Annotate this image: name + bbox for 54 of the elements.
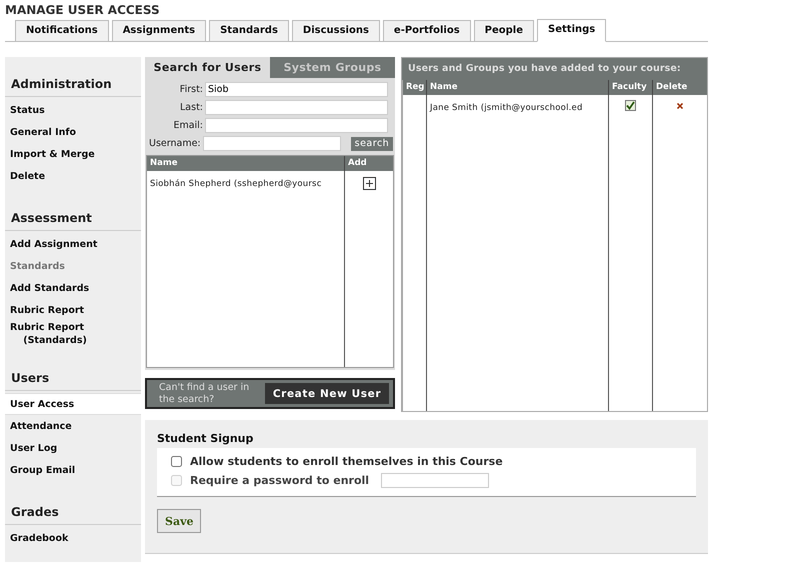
- sidebar-item[interactable]: Status: [5, 99, 141, 121]
- column-header: Name: [427, 80, 609, 95]
- faculty-checkbox[interactable]: [625, 100, 636, 111]
- field-label: Username:: [149, 138, 201, 149]
- field-label: Email:: [172, 120, 203, 131]
- sidebar-item[interactable]: Rubric Report (Standards): [5, 321, 141, 347]
- prompt-text: Can't find a user in the search?: [159, 382, 250, 406]
- field-label: Last:: [179, 102, 203, 113]
- checkbox[interactable]: [171, 456, 182, 467]
- delete-icon[interactable]: [677, 103, 683, 109]
- column-header: Faculty: [609, 80, 653, 95]
- column-header: Add: [347, 157, 368, 170]
- nav-tab[interactable]: Standards: [209, 20, 289, 41]
- column-header: Reg: [403, 80, 427, 95]
- panel-title: Users and Groups you have added to your course:: [402, 58, 707, 80]
- sidebar-heading: Administration: [5, 77, 141, 97]
- sidebar-item[interactable]: Group Email: [5, 459, 141, 481]
- section-heading: Student Signup: [157, 432, 254, 445]
- sidebar-item[interactable]: Rubric Report: [5, 299, 141, 321]
- create-user-button[interactable]: Create New User: [265, 383, 389, 404]
- field-label: First:: [178, 84, 203, 95]
- nav-tab[interactable]: Discussions: [292, 20, 380, 41]
- sidebar-heading: Assessment: [5, 211, 141, 231]
- nav-tab[interactable]: People: [474, 20, 534, 41]
- add-icon[interactable]: [362, 177, 376, 190]
- sidebar-item[interactable]: Attendance: [5, 415, 141, 437]
- input-field[interactable]: [205, 118, 388, 133]
- nav-tab[interactable]: e-Portfolios: [382, 20, 471, 41]
- sidebar-heading: Grades: [5, 505, 141, 525]
- input-field[interactable]: [205, 100, 388, 115]
- table-cell: Siobhán Shepherd (sshepherd@yoursc: [150, 179, 322, 189]
- column-header: Delete: [655, 81, 688, 94]
- nav-tab[interactable]: Notifications: [15, 20, 109, 41]
- table-cell: Jane Smith (jsmith@yourschool.ed: [430, 103, 583, 113]
- search-button[interactable]: search: [350, 136, 394, 150]
- nav-tab[interactable]: Assignments: [112, 20, 206, 41]
- sidebar-item[interactable]: User Access: [5, 393, 141, 415]
- sidebar-item[interactable]: Add Standards: [5, 277, 141, 299]
- sidebar-item[interactable]: User Log: [5, 437, 141, 459]
- nav-tab[interactable]: Settings: [537, 19, 606, 42]
- sidebar-item[interactable]: Add Assignment: [5, 233, 141, 255]
- sidebar-item[interactable]: Gradebook: [5, 527, 141, 549]
- page-title: MANAGE USER ACCESS: [5, 3, 161, 19]
- sidebar-item[interactable]: Delete: [5, 165, 141, 187]
- save-button[interactable]: Save: [157, 509, 202, 533]
- input-field[interactable]: [202, 136, 341, 151]
- sidebar-item[interactable]: General Info: [5, 121, 141, 143]
- column-header: Name: [147, 156, 345, 171]
- input-field[interactable]: Siob: [205, 82, 388, 97]
- option-label: Require a password to enroll: [190, 474, 370, 487]
- password-field[interactable]: [381, 473, 490, 488]
- sidebar-heading: Users: [5, 371, 141, 391]
- option-label: Allow students to enroll themselves in this Course: [190, 455, 503, 468]
- sidebar-item[interactable]: Import & Merge: [5, 143, 141, 165]
